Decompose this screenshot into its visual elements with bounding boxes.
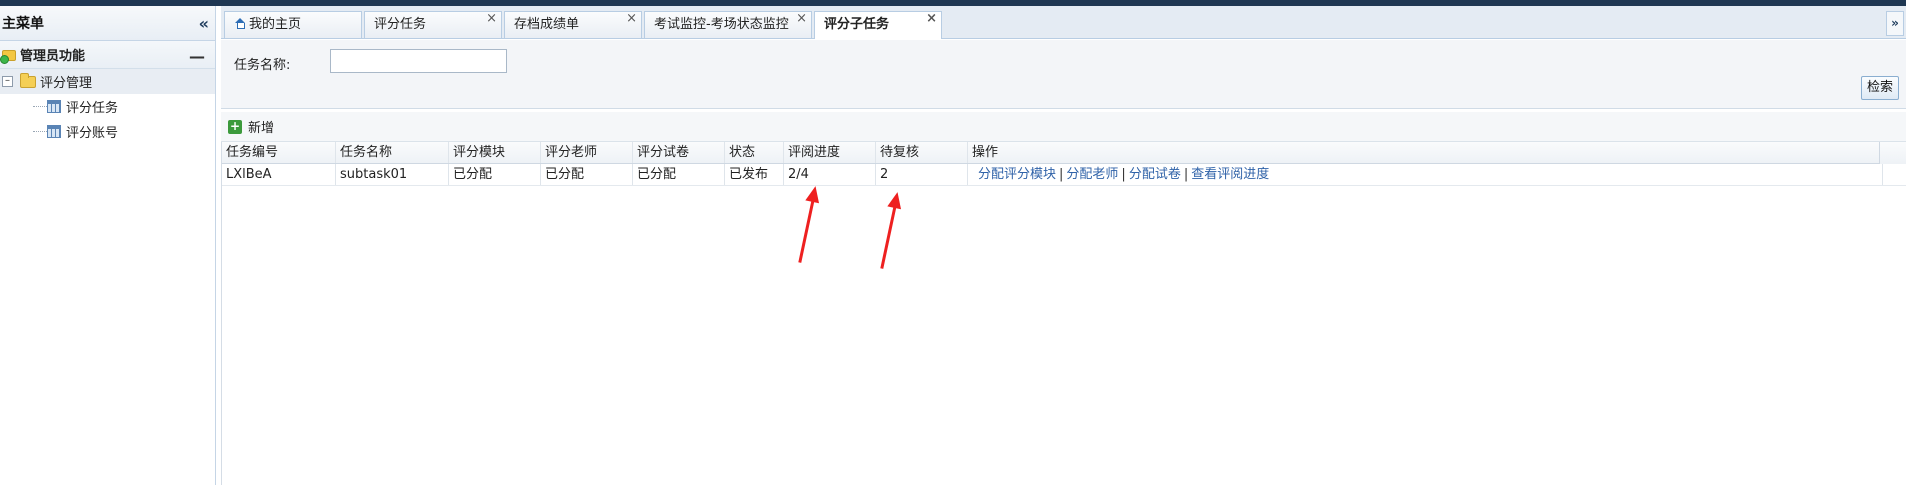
task-name-input[interactable] (330, 49, 507, 73)
tab-scoring-task[interactable]: 评分任务 × (364, 11, 502, 38)
cell-task-name: subtask01 (336, 164, 449, 185)
sidebar-title: 主菜单 (2, 16, 44, 32)
close-icon[interactable]: × (626, 6, 637, 31)
assign-module-link[interactable]: 分配评分模块 (978, 167, 1056, 182)
col-header[interactable]: 评分试卷 (633, 142, 725, 163)
collapse-group-icon[interactable]: — (189, 47, 205, 66)
toolbar: + 新增 (221, 112, 1906, 142)
col-header[interactable]: 操作 (968, 142, 1883, 163)
search-panel: 任务名称: 检索 (221, 40, 1906, 109)
close-icon[interactable]: × (796, 6, 807, 31)
tree-expander-icon[interactable]: – (2, 76, 13, 87)
search-button[interactable]: 检索 (1861, 76, 1899, 100)
home-icon (234, 18, 246, 29)
col-header[interactable]: 待复核 (876, 142, 968, 163)
admin-folder-icon (0, 46, 18, 64)
sidebar-group-label: 管理员功能 (20, 49, 86, 64)
main-area: 我的主页 评分任务 × 存档成绩单 × 考试监控-考场状态监控 × 评分子任务 … (221, 6, 1906, 485)
task-name-label: 任务名称: (234, 58, 291, 73)
cell-pending-review: 2 (876, 164, 968, 185)
cell-paper: 已分配 (633, 164, 725, 185)
tab-exam-monitor[interactable]: 考试监控-考场状态监控 × (644, 11, 812, 38)
sidebar-item-label: 评分账号 (66, 126, 119, 141)
sidebar-item-scoring-account[interactable]: 评分账号 (0, 119, 215, 144)
cell-module: 已分配 (449, 164, 541, 185)
cell-progress: 2/4 (784, 164, 876, 185)
table-icon (47, 100, 61, 113)
data-grid: 任务编号 任务名称 评分模块 评分老师 评分试卷 状态 评阅进度 待复核 操作 … (221, 142, 1906, 485)
col-header[interactable]: 状态 (725, 142, 784, 163)
col-header[interactable]: 任务编号 (222, 142, 336, 163)
tab-scoring-subtask[interactable]: 评分子任务 × (814, 11, 942, 39)
sidebar-group-admin[interactable]: 管理员功能 — (0, 41, 215, 69)
sidebar-header: 主菜单 « (0, 6, 215, 41)
table-row[interactable]: LXlBeA subtask01 已分配 已分配 已分配 已发布 2/4 2 分… (222, 164, 1906, 186)
tab-bar: 我的主页 评分任务 × 存档成绩单 × 考试监控-考场状态监控 × 评分子任务 … (221, 6, 1906, 39)
cell-teacher: 已分配 (541, 164, 633, 185)
assign-paper-link[interactable]: 分配试卷 (1129, 167, 1181, 182)
cell-task-id: LXlBeA (222, 164, 336, 185)
cell-actions: 分配评分模块 | 分配老师 | 分配试卷 | 查看评阅进度 (968, 164, 1883, 185)
col-header[interactable]: 评分老师 (541, 142, 633, 163)
tree-folder-scoring[interactable]: – 评分管理 (0, 69, 215, 94)
table-icon (47, 125, 61, 138)
tab-home[interactable]: 我的主页 (224, 11, 362, 38)
tab-list-dropdown-icon[interactable]: » (1886, 11, 1904, 36)
assign-teacher-link[interactable]: 分配老师 (1066, 167, 1118, 182)
col-header[interactable]: 评阅进度 (784, 142, 876, 163)
view-progress-link[interactable]: 查看评阅进度 (1191, 167, 1269, 182)
close-icon[interactable]: × (486, 6, 497, 31)
close-icon[interactable]: × (926, 6, 937, 31)
sidebar-item-scoring-task[interactable]: 评分任务 (0, 94, 215, 119)
sidebar: 主菜单 « 管理员功能 — – 评分管理 评分任务 评分账号 (0, 6, 216, 485)
col-header[interactable]: 评分模块 (449, 142, 541, 163)
grid-header: 任务编号 任务名称 评分模块 评分老师 评分试卷 状态 评阅进度 待复核 操作 (222, 142, 1906, 164)
tab-archive-transcript[interactable]: 存档成绩单 × (504, 11, 642, 38)
add-icon[interactable]: + (228, 119, 242, 134)
sidebar-item-label: 评分任务 (66, 101, 119, 116)
tree-folder-label: 评分管理 (40, 76, 93, 91)
col-header[interactable]: 任务名称 (336, 142, 449, 163)
folder-icon (20, 72, 36, 88)
cell-status: 已发布 (725, 164, 784, 185)
add-button[interactable]: 新增 (248, 117, 274, 136)
sidebar-tree: – 评分管理 评分任务 评分账号 (0, 69, 215, 144)
collapse-sidebar-icon[interactable]: « (199, 14, 209, 33)
